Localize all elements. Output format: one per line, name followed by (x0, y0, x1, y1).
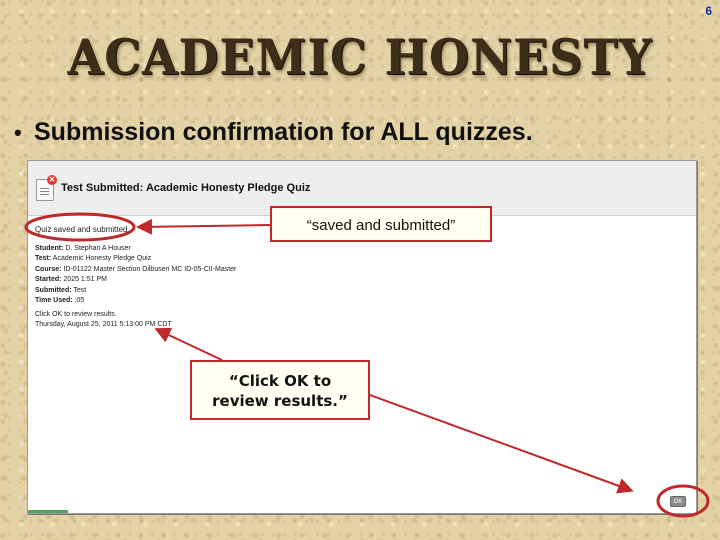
callout-click-ok: “Click OK to review results.” (190, 360, 370, 420)
detail-key: Test: (35, 255, 52, 263)
detail-key: Time Used: (35, 297, 73, 305)
ok-instructions: Click OK to review results. Thursday, Au… (35, 310, 172, 330)
bullet-point: • Submission confirmation for ALL quizzes… (14, 118, 533, 147)
ok-button[interactable]: OK (670, 496, 686, 507)
bullet-text: Submission confirmation for ALL quizzes. (34, 118, 533, 146)
detail-key: Course: (35, 265, 62, 273)
detail-row: Student: D. Stephan A Houser (35, 244, 236, 254)
slide-number: 6 (705, 4, 712, 18)
callout-click-ok-line1: “Click OK to (228, 372, 332, 390)
detail-row: Submitted: Test (35, 286, 236, 296)
detail-value: ID-01122 Master Section Dilbusen MC ID-0… (63, 265, 237, 273)
callout-saved-submitted: “saved and submitted” (270, 206, 492, 242)
detail-row: Course: ID-01122 Master Section Dilbusen… (35, 265, 236, 275)
bullet-icon: • (14, 120, 22, 145)
detail-value: :05 (74, 297, 85, 305)
slide-title: ACADEMIC HONESTY (67, 28, 653, 86)
submission-details: Student: D. Stephan A Houser Test: Acade… (35, 244, 236, 306)
detail-key: Student: (35, 245, 64, 252)
callout-click-ok-line2: review results.” (212, 392, 348, 410)
status-bar (28, 510, 68, 513)
status-text: Quiz saved and submitted. (35, 225, 130, 234)
detail-key: Submitted: (35, 286, 72, 294)
detail-key: Started: (35, 276, 62, 284)
detail-value: Academic Honesty Pledge Quiz (52, 255, 152, 263)
detail-row: Test: Academic Honesty Pledge Quiz (35, 254, 236, 264)
detail-value: 2025 1:51 PM (63, 276, 107, 284)
page-title: Test Submitted: Academic Honesty Pledge … (61, 182, 311, 194)
detail-value: Test (73, 286, 87, 294)
detail-value: D. Stephan A Houser (65, 245, 131, 252)
test-document-icon: ✕ (36, 175, 57, 201)
detail-row: Time Used: :05 (35, 296, 236, 306)
detail-row: Started: 2025 1:51 PM (35, 275, 236, 285)
submission-timestamp: Thursday, August 25, 2011 5:13:00 PM CDT (35, 321, 172, 328)
ok-instruction-text: Click OK to review results. (35, 311, 117, 318)
